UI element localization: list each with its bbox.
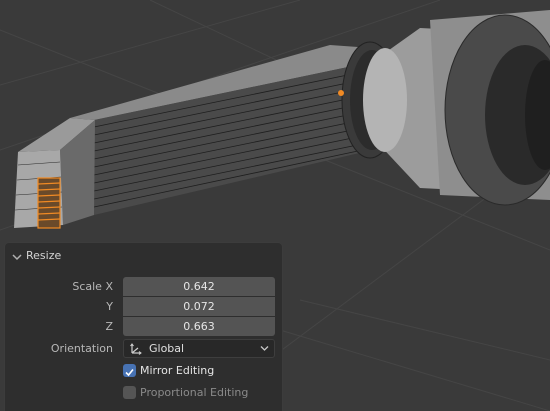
selected-vertex [338,90,344,96]
scale-y-field[interactable]: 0.072 [123,297,275,316]
proportional-editing-label[interactable]: Proportional Editing [140,386,248,399]
orientation-label: Orientation [50,342,113,355]
cylinder-neck-face [363,48,407,152]
orientation-value: Global [149,342,185,355]
panel-header[interactable]: Resize [5,243,282,271]
scale-x-field[interactable]: 0.642 [123,277,275,296]
scale-z-field[interactable]: 0.663 [123,317,275,336]
proportional-editing-checkbox[interactable] [123,386,136,399]
scale-z-label: Z [105,320,113,333]
chevron-down-icon[interactable] [12,252,22,262]
operator-panel: Resize Scale X 0.642 Y 0.072 Z 0.663 Ori… [4,242,283,411]
mirror-editing-label[interactable]: Mirror Editing [140,364,214,377]
selected-edges [37,177,61,229]
scale-y-label: Y [106,300,113,313]
scale-x-label: Scale X [72,280,113,293]
panel-title: Resize [26,249,62,262]
chevron-down-icon [260,346,269,351]
checkmark-icon [125,368,134,377]
mesh-model[interactable] [14,10,550,229]
orientation-axes-icon [130,343,142,355]
mirror-editing-checkbox[interactable] [123,364,136,377]
orientation-dropdown[interactable]: Global [123,339,275,358]
